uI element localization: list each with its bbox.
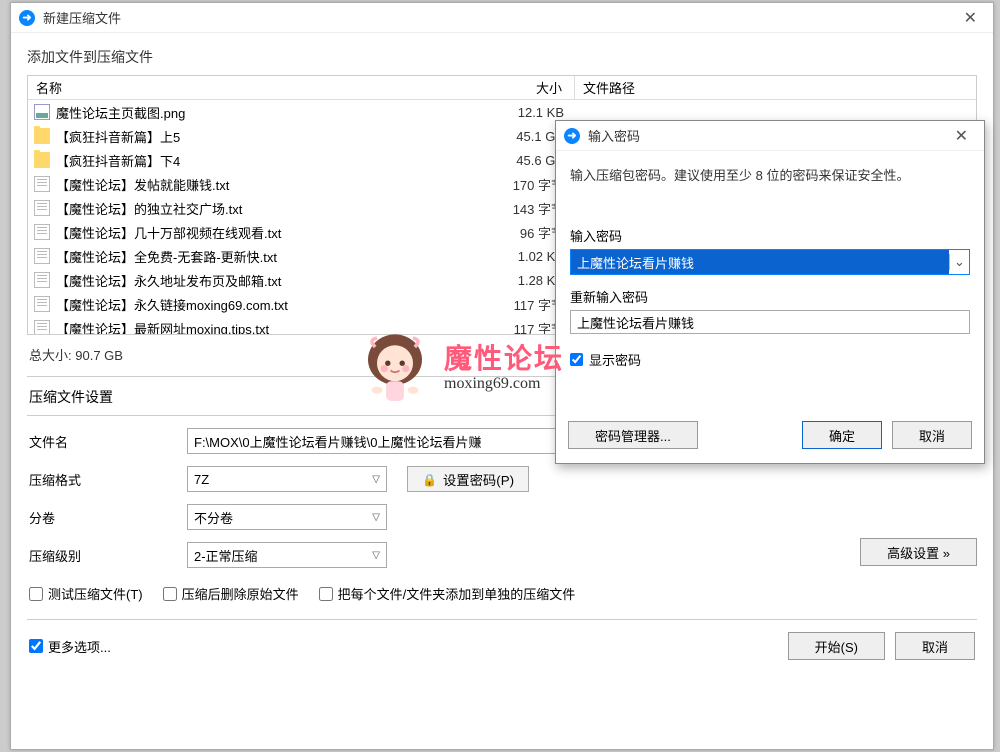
start-button[interactable]: 开始(S) <box>788 632 885 660</box>
separate-label: 把每个文件/文件夹添加到单独的压缩文件 <box>338 584 576 603</box>
col-path[interactable]: 文件路径 <box>574 76 976 99</box>
txt-icon <box>34 296 50 312</box>
chevron-down-icon: ▽ <box>372 474 380 485</box>
delete-label: 压缩后删除原始文件 <box>182 584 299 603</box>
file-name: 【魔性论坛】的独立社交广场.txt <box>56 199 478 218</box>
separate-checkbox[interactable] <box>319 587 333 601</box>
txt-icon <box>34 176 50 192</box>
txt-icon <box>34 320 50 335</box>
cancel-button[interactable]: 取消 <box>892 421 972 449</box>
chevron-down-icon: ▽ <box>372 512 380 523</box>
password-desc: 输入压缩包密码。建议使用至少 8 位的密码来保证安全性。 <box>570 165 970 184</box>
file-name: 【魔性论坛】全免费-无套路-更新快.txt <box>56 247 478 266</box>
more-options-check[interactable]: 更多选项... <box>29 637 111 656</box>
test-checkbox[interactable] <box>29 587 43 601</box>
reenter-password-label: 重新输入密码 <box>570 287 970 306</box>
chevron-down-icon: ▽ <box>372 550 380 561</box>
set-password-label: 设置密码(P) <box>443 470 514 489</box>
file-name: 【魔性论坛】最新网址moxing.tips.txt <box>56 319 478 336</box>
format-value: 7Z <box>194 472 209 487</box>
separate-check[interactable]: 把每个文件/文件夹添加到单独的压缩文件 <box>319 584 576 603</box>
password-input-combo[interactable]: 上魔性论坛看片赚钱 ⌄ <box>570 249 970 275</box>
volume-row: 分卷 不分卷 ▽ <box>27 504 977 530</box>
format-label: 压缩格式 <box>27 470 187 489</box>
col-size[interactable]: 大小 <box>476 78 574 97</box>
more-options-label: 更多选项... <box>48 637 111 656</box>
level-combo[interactable]: 2-正常压缩 ▽ <box>187 542 387 568</box>
more-options-checkbox[interactable] <box>29 639 43 653</box>
cancel-button[interactable]: 取消 <box>895 632 975 660</box>
txt-icon <box>34 272 50 288</box>
show-password-check[interactable]: 显示密码 <box>570 350 970 369</box>
chevron-down-icon[interactable]: ⌄ <box>949 254 969 270</box>
app-icon: ➜ <box>564 128 580 144</box>
file-name: 魔性论坛主页截图.png <box>56 103 478 122</box>
enter-password-label: 输入密码 <box>570 226 970 245</box>
level-value: 2-正常压缩 <box>194 546 258 565</box>
volume-label: 分卷 <box>27 508 187 527</box>
password-confirm-input[interactable] <box>570 310 970 334</box>
ok-button[interactable]: 确定 <box>802 421 882 449</box>
file-size: 12.1 KB <box>478 105 576 120</box>
test-label: 测试压缩文件(T) <box>48 584 143 603</box>
password-value[interactable]: 上魔性论坛看片赚钱 <box>571 250 949 274</box>
filename-label: 文件名 <box>27 432 187 451</box>
show-password-label: 显示密码 <box>589 350 641 369</box>
file-name: 【魔性论坛】发帖就能赚钱.txt <box>56 175 478 194</box>
total-value: 90.7 GB <box>75 348 123 363</box>
txt-icon <box>34 248 50 264</box>
format-row: 压缩格式 7Z ▽ 设置密码(P) <box>27 466 977 492</box>
password-titlebar[interactable]: ➜ 输入密码 ✕ <box>556 121 984 151</box>
delete-checkbox[interactable] <box>163 587 177 601</box>
file-name: 【魔性论坛】永久链接moxing69.com.txt <box>56 295 478 314</box>
file-name: 【魔性论坛】几十万部视频在线观看.txt <box>56 223 478 242</box>
delete-after-check[interactable]: 压缩后删除原始文件 <box>163 584 299 603</box>
folder-icon <box>34 152 50 168</box>
volume-combo[interactable]: 不分卷 ▽ <box>187 504 387 530</box>
window-title: 新建压缩文件 <box>43 8 956 27</box>
png-icon <box>34 104 50 120</box>
advanced-button[interactable]: 高级设置 » <box>860 538 977 566</box>
password-manager-button[interactable]: 密码管理器... <box>568 421 698 449</box>
test-archive-check[interactable]: 测试压缩文件(T) <box>29 584 143 603</box>
close-icon[interactable]: ✕ <box>956 6 985 30</box>
password-title: 输入密码 <box>588 126 947 145</box>
main-titlebar[interactable]: ➜ 新建压缩文件 ✕ <box>11 3 993 33</box>
bottom-bar: 更多选项... 开始(S) 取消 <box>27 620 977 660</box>
password-body: 输入压缩包密码。建议使用至少 8 位的密码来保证安全性。 输入密码 上魔性论坛看… <box>556 151 984 421</box>
add-files-title: 添加文件到压缩文件 <box>27 47 977 67</box>
app-icon: ➜ <box>19 10 35 26</box>
lock-icon <box>422 472 437 487</box>
set-password-button[interactable]: 设置密码(P) <box>407 466 529 492</box>
show-password-checkbox[interactable] <box>570 353 583 366</box>
close-icon[interactable]: ✕ <box>947 124 976 148</box>
txt-icon <box>34 224 50 240</box>
level-label: 压缩级别 <box>27 546 187 565</box>
file-name: 【疯狂抖音新篇】上5 <box>56 127 478 146</box>
table-header: 名称 大小 文件路径 <box>28 76 976 100</box>
format-combo[interactable]: 7Z ▽ <box>187 466 387 492</box>
folder-icon <box>34 128 50 144</box>
col-name[interactable]: 名称 <box>28 78 476 97</box>
file-name: 【魔性论坛】永久地址发布页及邮箱.txt <box>56 271 478 290</box>
password-actions: 密码管理器... 确定 取消 <box>556 421 984 463</box>
password-dialog: ➜ 输入密码 ✕ 输入压缩包密码。建议使用至少 8 位的密码来保证安全性。 输入… <box>555 120 985 464</box>
file-name: 【疯狂抖音新篇】下4 <box>56 151 478 170</box>
total-label: 总大小: <box>29 348 72 363</box>
checkbox-row: 测试压缩文件(T) 压缩后删除原始文件 把每个文件/文件夹添加到单独的压缩文件 <box>27 580 977 620</box>
txt-icon <box>34 200 50 216</box>
volume-value: 不分卷 <box>194 508 233 527</box>
